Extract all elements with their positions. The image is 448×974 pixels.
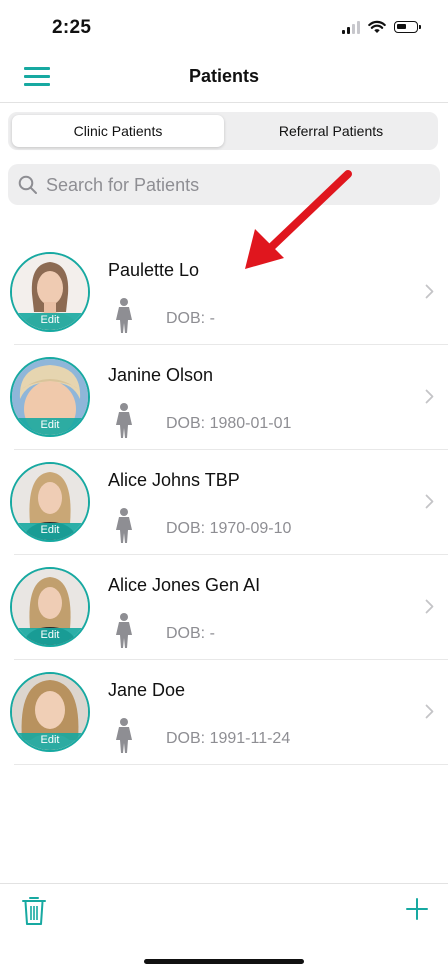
edit-label[interactable]: Edit — [12, 418, 88, 435]
female-person-icon — [116, 298, 132, 333]
navigation-bar: Patients — [0, 56, 448, 103]
avatar[interactable]: Edit — [10, 357, 90, 437]
page-title: Patients — [188, 66, 260, 86]
tab-clinic-patients[interactable]: Clinic Patients — [12, 115, 224, 147]
cellular-signal-icon — [342, 20, 360, 34]
patient-list: Edit Paulette Lo DOB: - Edit Janine Olso… — [0, 240, 448, 765]
patient-name: Paulette Lo — [108, 260, 200, 280]
chevron-right-icon — [425, 704, 434, 719]
chevron-right-icon — [425, 494, 434, 509]
wifi-icon — [368, 20, 386, 33]
home-indicator — [144, 959, 304, 964]
avatar[interactable]: Edit — [10, 252, 90, 332]
patient-type-segmented-control: Clinic Patients Referral Patients — [8, 112, 438, 150]
status-bar: 2:25 — [0, 0, 448, 56]
avatar[interactable]: Edit — [10, 672, 90, 752]
patient-row[interactable]: Edit Jane Doe DOB: 1991-11-24 — [10, 660, 448, 765]
patient-row[interactable]: Edit Alice Jones Gen AI DOB: - — [10, 555, 448, 660]
patient-name: Jane Doe — [108, 680, 186, 700]
avatar[interactable]: Edit — [10, 462, 90, 542]
avatar[interactable]: Edit — [10, 567, 90, 647]
trash-icon[interactable] — [22, 896, 46, 926]
female-person-icon — [116, 718, 132, 753]
edit-label[interactable]: Edit — [12, 313, 88, 330]
battery-icon — [394, 21, 421, 33]
search-input[interactable] — [44, 170, 428, 201]
patient-dob: DOB: - — [166, 310, 215, 327]
patient-dob: DOB: 1970-09-10 — [166, 520, 292, 537]
plus-icon[interactable] — [406, 898, 428, 920]
status-time: 2:25 — [52, 17, 92, 38]
edit-label[interactable]: Edit — [12, 523, 88, 540]
patient-row[interactable]: Edit Alice Johns TBP DOB: 1970-09-10 — [10, 450, 448, 555]
edit-label[interactable]: Edit — [12, 733, 88, 750]
patient-name: Janine Olson — [108, 365, 214, 385]
status-icons — [342, 20, 421, 34]
chevron-right-icon — [425, 284, 434, 299]
search-icon — [18, 175, 37, 194]
edit-label[interactable]: Edit — [12, 628, 88, 645]
bottom-toolbar — [0, 883, 448, 974]
patient-dob: DOB: 1991-11-24 — [166, 730, 291, 747]
female-person-icon — [116, 403, 132, 438]
female-person-icon — [116, 613, 132, 648]
patient-name: Alice Johns TBP — [108, 470, 240, 490]
patient-row[interactable]: Edit Paulette Lo DOB: - — [10, 240, 448, 345]
chevron-right-icon — [425, 389, 434, 404]
search-bar — [8, 164, 440, 205]
tab-referral-patients[interactable]: Referral Patients — [226, 115, 436, 147]
patient-row[interactable]: Edit Janine Olson DOB: 1980-01-01 — [10, 345, 448, 450]
female-person-icon — [116, 508, 132, 543]
patient-dob: DOB: 1980-01-01 — [166, 415, 292, 432]
chevron-right-icon — [425, 599, 434, 614]
patient-dob: DOB: - — [166, 625, 215, 642]
patient-name: Alice Jones Gen AI — [108, 575, 261, 595]
